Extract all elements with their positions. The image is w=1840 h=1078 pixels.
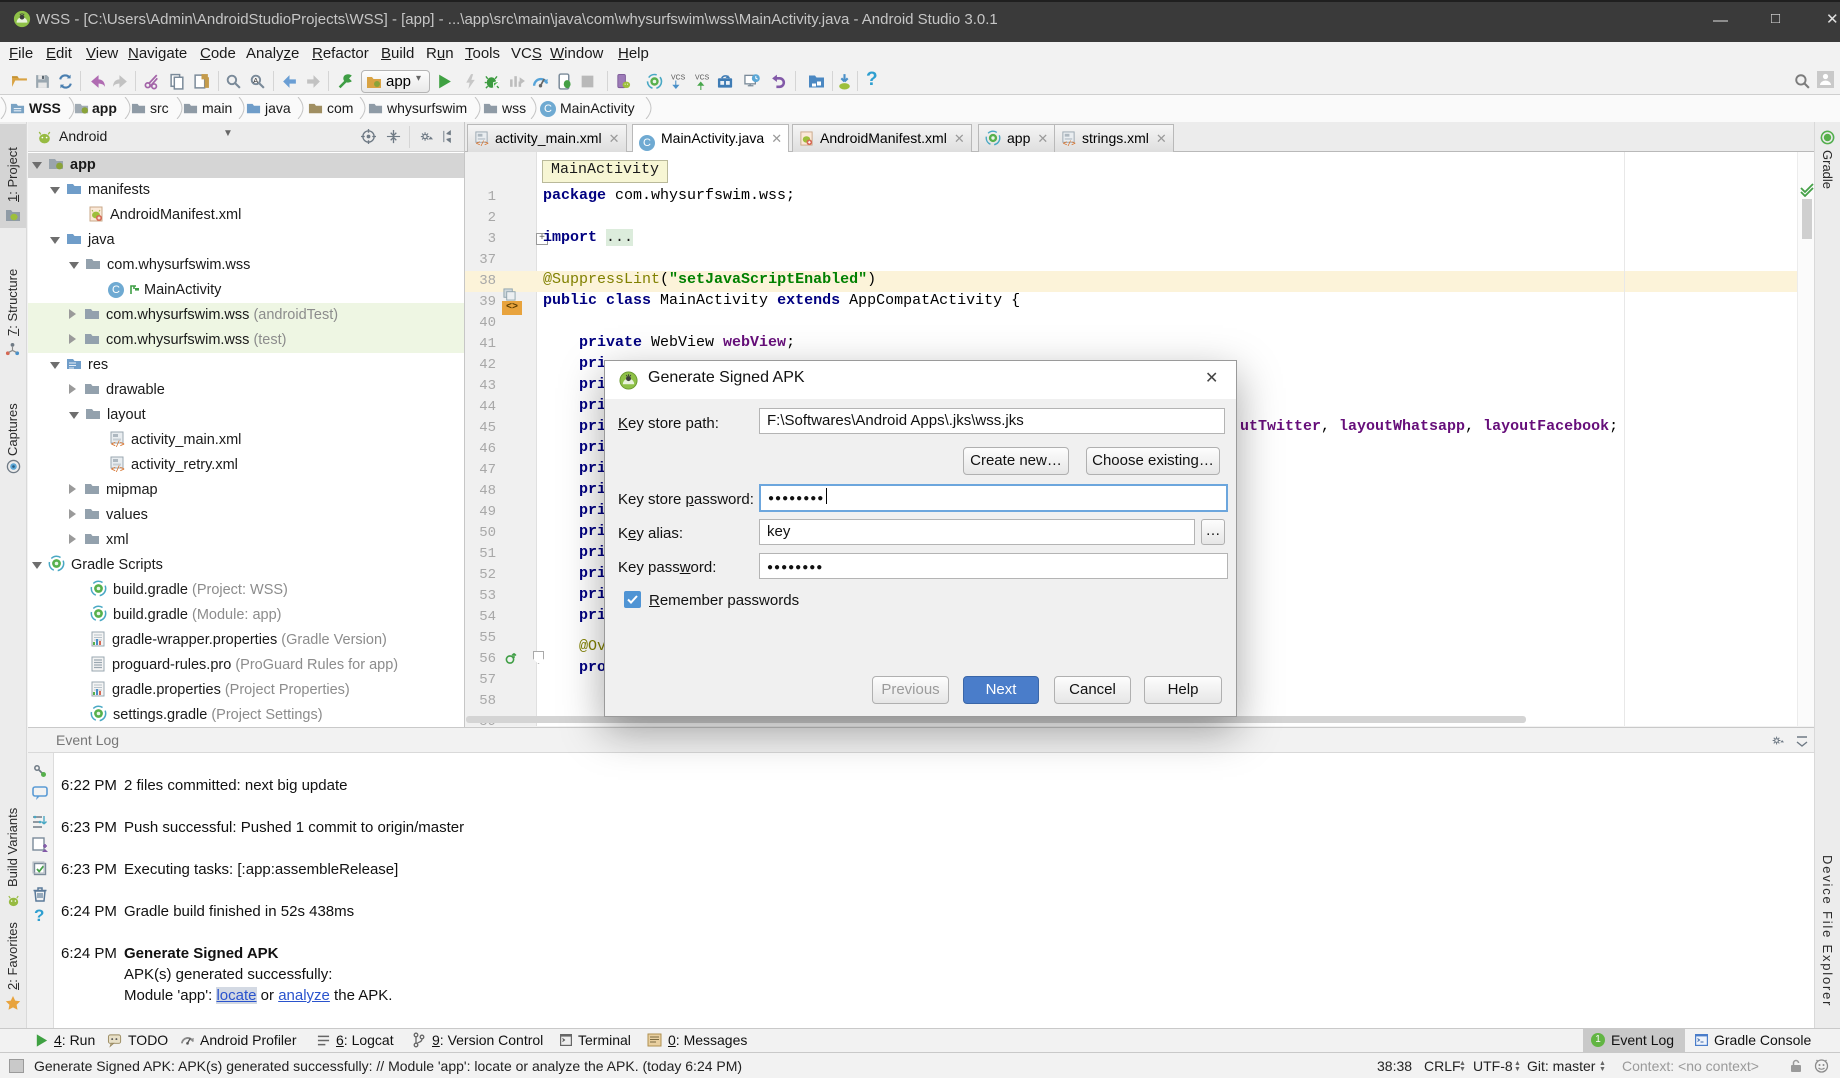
svg-text:</>: </>	[111, 440, 125, 448]
svg-text:VCS: VCS	[695, 74, 710, 81]
svg-text:</>: </>	[1063, 139, 1076, 146]
svg-text:</>: </>	[111, 465, 125, 473]
svg-text:A: A	[253, 76, 258, 85]
svg-text:</>: </>	[476, 139, 489, 146]
svg-text:VCS: VCS	[671, 74, 686, 81]
